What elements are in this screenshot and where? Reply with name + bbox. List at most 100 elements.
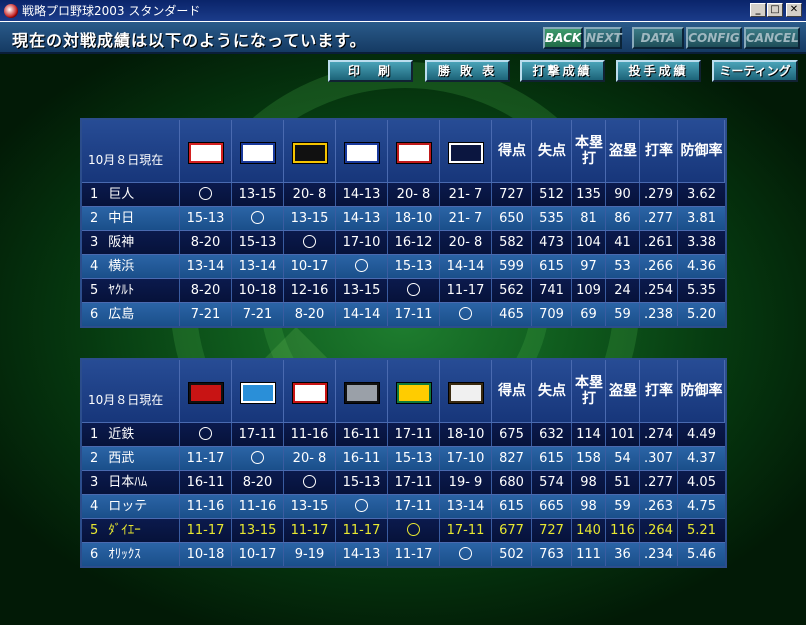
table-row[interactable]: 4 ロッテ 11-16 11-16 13-15 17-11 13-14 615 665 98 59.…	[82, 494, 725, 518]
maximize-button[interactable]: □	[767, 3, 783, 17]
head-to-head-cell: 19- 9	[440, 471, 492, 494]
table-row[interactable]: 6 ｵﾘｯｸｽ 10-18 10-17 9-19 14-13 11-17 502 763 111 3…	[82, 542, 725, 566]
table-row[interactable]: 3 日本ﾊﾑ 16-11 8-20 15-13 17-11 19- 9 680 574 98 51.…	[82, 470, 725, 494]
close-button[interactable]: ✕	[786, 3, 802, 17]
team-cell: 1 近鉄	[82, 423, 180, 446]
sb-cell: 54	[606, 447, 640, 470]
era-cell: 5.20	[687, 307, 716, 322]
batting-stats-button[interactable]: 打撃成績	[520, 60, 605, 82]
head-to-head-cell: 13-15	[284, 207, 336, 230]
rank: 4	[90, 499, 99, 514]
pitching-stats-button[interactable]: 投手成績	[616, 60, 701, 82]
avg-cell: .263	[640, 495, 678, 518]
table-row[interactable]: 5 ﾀﾞｲｴｰ 11-17 13-15 11-17 11-17 17-11 677 727 140…	[82, 518, 725, 542]
self-match-circle-icon	[440, 303, 492, 326]
head-to-head-cell: 13-15	[232, 519, 284, 542]
stat-header: 防御率	[680, 143, 723, 159]
head-to-head-cell: 10-18	[180, 543, 232, 566]
team-cell: 3 日本ﾊﾑ	[82, 471, 180, 494]
hr-cell: 140	[572, 519, 606, 542]
head-to-head-cell: 11-17	[284, 519, 336, 542]
head-to-head-cell: 14-14	[336, 303, 388, 326]
carp-logo-icon	[448, 142, 484, 164]
hr-cell: 114	[572, 423, 606, 446]
avg-cell: .266	[640, 255, 678, 278]
self-match-circle-icon	[336, 255, 388, 278]
avg-cell: .307	[640, 447, 678, 470]
stat-header: 防御率	[680, 383, 723, 399]
team-cell: 6 ｵﾘｯｸｽ	[82, 543, 180, 566]
era-cell: 5.46	[687, 547, 716, 562]
avg-cell: .277	[640, 471, 678, 494]
dragons-logo-icon	[240, 142, 276, 164]
team-cell: 3 阪神	[82, 231, 180, 254]
rank: 5	[90, 523, 99, 538]
data-button[interactable]: DATA	[632, 27, 684, 49]
circle-icon	[459, 547, 472, 560]
table-row[interactable]: 2 西武 11-17 20- 8 16-11 15-13 17-10 827 615 158 54.…	[82, 446, 725, 470]
print-button[interactable]: 印 刷	[328, 60, 413, 82]
avg-cell: .238	[640, 303, 678, 326]
meeting-button[interactable]: ミーティング	[712, 60, 798, 82]
team-name: ﾀﾞｲｴｰ	[108, 523, 141, 538]
table-row[interactable]: 6 広島 7-21 7-21 8-20 14-14 17-11 465 709 69 59.238 5…	[82, 302, 725, 326]
table-row[interactable]: 4 横浜 13-14 13-14 10-17 15-13 14-14 599 615 97 53.2…	[82, 254, 725, 278]
page-message: 現在の対戦成績は以下のようになっています。	[12, 31, 367, 50]
stat-header: 打率	[645, 383, 673, 399]
head-to-head-cell: 15-13	[388, 255, 440, 278]
sb-cell: 53	[606, 255, 640, 278]
team-cell: 2 西武	[82, 447, 180, 470]
pacific-league-table: 10月８日現在 得点 失点 本塁打 盗塁 打率 防御率 1 近鉄 17-11 11-16 16-11 1…	[80, 358, 727, 568]
era-cell: 3.62	[687, 187, 716, 202]
head-to-head-cell: 14-14	[440, 255, 492, 278]
minimize-button[interactable]: _	[750, 3, 766, 17]
self-match-circle-icon	[180, 423, 232, 446]
head-to-head-cell: 14-13	[336, 543, 388, 566]
rank: 4	[90, 259, 99, 274]
sb-cell: 51	[606, 471, 640, 494]
window-titlebar: 戦略プロ野球2003 スタンダード _ □ ✕	[0, 0, 806, 22]
cancel-button[interactable]: CANCEL	[744, 27, 800, 49]
hr-cell: 69	[572, 303, 606, 326]
head-to-head-cell: 11-16	[284, 423, 336, 446]
avg-cell: .274	[640, 423, 678, 446]
wins-losses-button[interactable]: 勝 敗 表	[425, 60, 510, 82]
circle-icon	[251, 451, 264, 464]
hr-cell: 97	[572, 255, 606, 278]
head-to-head-cell: 15-13	[232, 231, 284, 254]
head-to-head-cell: 11-16	[232, 495, 284, 518]
head-to-head-cell: 17-10	[440, 447, 492, 470]
config-button[interactable]: CONFIG	[686, 27, 742, 49]
head-to-head-cell: 7-21	[180, 303, 232, 326]
allowed-cell: 709	[532, 303, 572, 326]
table-header: 10月８日現在 得点 失点 本塁打 盗塁 打率 防御率	[82, 360, 725, 422]
next-button[interactable]: NEXT	[584, 27, 622, 49]
runs-cell: 727	[492, 183, 532, 206]
self-match-circle-icon	[440, 543, 492, 566]
table-row[interactable]: 1 近鉄 17-11 11-16 16-11 17-11 18-10 675 632 114 101…	[82, 422, 725, 446]
tigers-logo-icon	[292, 142, 328, 164]
circle-icon	[459, 307, 472, 320]
team-name: 西武	[108, 451, 135, 466]
self-match-circle-icon	[284, 471, 336, 494]
marines-logo-icon	[344, 382, 380, 404]
head-to-head-cell: 13-14	[180, 255, 232, 278]
table-row[interactable]: 5 ﾔｸﾙﾄ 8-20 10-18 12-16 13-15 11-17 562 741 109 24…	[82, 278, 725, 302]
table-header: 10月８日現在 得点 失点 本塁打 盗塁 打率 防御率	[82, 120, 725, 182]
table-row[interactable]: 2 中日 15-13 13-15 14-13 18-10 21- 7 650 535 81 86.2…	[82, 206, 725, 230]
table-row[interactable]: 3 阪神 8-20 15-13 17-10 16-12 20- 8 582 473 104 41.2…	[82, 230, 725, 254]
rank: 2	[90, 211, 99, 226]
giants-logo-icon	[188, 142, 224, 164]
sb-cell: 116	[606, 519, 640, 542]
table-row[interactable]: 1 巨人 13-15 20- 8 14-13 20- 8 21- 7 727 512 135 90.…	[82, 182, 725, 206]
lions-logo-icon	[240, 382, 276, 404]
rank: 1	[90, 187, 99, 202]
era-cell: 4.36	[687, 259, 716, 274]
team-cell: 5 ﾀﾞｲｴｰ	[82, 519, 180, 542]
stat-header: 盗塁	[609, 143, 637, 159]
back-button[interactable]: BACK	[543, 27, 583, 49]
header-bar: 現在の対戦成績は以下のようになっています。 BACK NEXT DATA CON…	[0, 22, 806, 54]
avg-cell: .261	[640, 231, 678, 254]
head-to-head-cell: 17-11	[388, 303, 440, 326]
head-to-head-cell: 8-20	[284, 303, 336, 326]
